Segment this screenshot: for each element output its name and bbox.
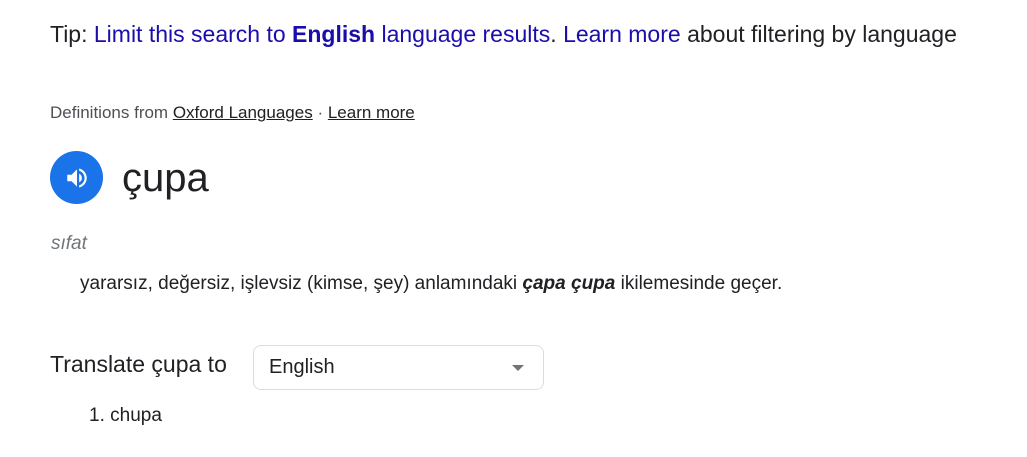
headword-row: çupa <box>50 151 209 204</box>
translate-label: Translate çupa to <box>50 351 227 377</box>
definitions-source: Definitions from Oxford Languages · Lear… <box>50 103 415 123</box>
chevron-down-icon <box>512 365 524 371</box>
pronounce-button[interactable] <box>50 151 103 204</box>
selected-language: English <box>269 356 335 378</box>
limit-link-text-end: language results <box>375 21 551 47</box>
definition-part-end: ikilemesinde geçer. <box>615 273 783 294</box>
tip-separator: . <box>550 21 564 47</box>
speaker-icon <box>66 167 87 188</box>
definition-emphasis: çapa çupa <box>522 273 616 294</box>
limit-link-text: Limit this search to <box>93 21 293 47</box>
oxford-languages-link[interactable]: Oxford Languages <box>173 103 313 122</box>
definition-text: yararsız, değersiz, işlevsiz (kimse, şey… <box>80 273 782 295</box>
tip-learn-more-link[interactable]: Learn more <box>563 21 681 47</box>
source-learn-more-link[interactable]: Learn more <box>328 103 415 122</box>
language-select[interactable]: English <box>253 345 544 390</box>
headword: çupa <box>122 155 209 200</box>
limit-language-link[interactable]: Limit this search to English language re… <box>94 21 550 47</box>
definition-part: yararsız, değersiz, işlevsiz (kimse, şey… <box>80 273 523 294</box>
translation-results: 1. chupa <box>89 405 162 427</box>
search-tip: Tip: Limit this search to English langua… <box>50 18 957 50</box>
part-of-speech: sıfat <box>51 233 87 254</box>
tip-suffix: about filtering by language <box>680 21 957 47</box>
source-separator: · <box>312 103 328 122</box>
translation-result: 1. chupa <box>89 405 162 426</box>
source-prefix: Definitions from <box>50 103 173 122</box>
limit-link-language: English <box>292 21 376 47</box>
tip-prefix: Tip: <box>50 21 94 47</box>
